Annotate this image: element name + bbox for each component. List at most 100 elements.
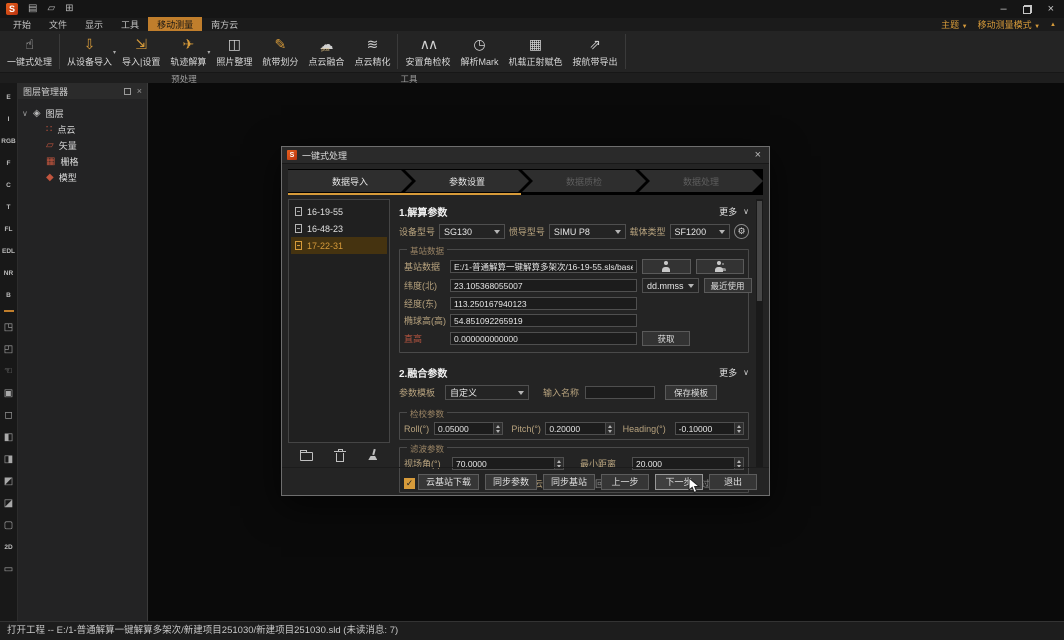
minimize-button[interactable]: – [1000, 4, 1006, 15]
base-path-input[interactable] [450, 260, 637, 273]
view-cube-bottom-icon[interactable] [0, 492, 17, 514]
ribbon-export-by-strip[interactable]: 按航带导出 [567, 31, 622, 72]
view-cube-back-icon[interactable] [0, 404, 17, 426]
section-box-icon[interactable] [0, 338, 17, 360]
get-button[interactable]: 获取 [642, 331, 690, 346]
ribbon-pointcloud-refine[interactable]: 点云精化 [349, 31, 395, 72]
step-data-import[interactable]: 数据导入 [288, 170, 412, 192]
carrier-type-select[interactable]: SF1200 [670, 224, 730, 239]
render-mode-fl-button[interactable]: FL [0, 218, 17, 240]
view-2d-button[interactable]: 2D [0, 536, 17, 558]
delete-icon[interactable] [336, 453, 344, 462]
pan-hand-icon[interactable] [0, 360, 17, 382]
flight-list-item[interactable]: 16-19-55 [291, 203, 387, 220]
step-data-quality-check[interactable]: 数据质检 [522, 170, 646, 192]
view-cube-front-icon[interactable] [0, 382, 17, 404]
view-fit-icon[interactable] [0, 514, 17, 536]
close-button[interactable]: × [1048, 4, 1054, 15]
view-cube-left-icon[interactable] [0, 426, 17, 448]
sync-params-button[interactable]: 同步参数 [485, 474, 537, 490]
add-folder-icon[interactable] [300, 452, 313, 461]
new-project-icon[interactable]: ⊞ [65, 3, 73, 15]
collapse-ribbon-icon[interactable]: ▲ [1050, 22, 1056, 28]
menu-tab-south-cloud[interactable]: 南方云 [202, 17, 247, 32]
fusion-more-toggle[interactable]: 更多∨ [719, 366, 749, 379]
step-parameter-settings[interactable]: 参数设置 [405, 170, 529, 192]
layer-item-vector[interactable]: 矢量 [22, 137, 143, 153]
save-icon[interactable]: ▤ [28, 3, 37, 15]
mode-dropdown[interactable]: 移动测量模式 ▼ [978, 18, 1040, 31]
sync-base-button[interactable]: 同步基站 [543, 474, 595, 490]
clear-icon[interactable] [367, 449, 378, 461]
render-mode-b-button[interactable]: B [0, 284, 17, 306]
flight-list-item[interactable]: 16-48-23 [291, 220, 387, 237]
vertical-height-input[interactable] [450, 332, 637, 345]
spinner-arrows-icon[interactable] [605, 423, 614, 434]
ribbon-mount-angle-calibration[interactable]: 安置角检校 [400, 31, 455, 72]
spinner-arrows-icon[interactable] [493, 423, 502, 434]
param-template-select[interactable]: 自定义 [445, 385, 529, 400]
ribbon-pointcloud-fusion[interactable]: 点云融合 [303, 31, 349, 72]
close-panel-icon[interactable]: × [137, 86, 142, 96]
save-template-button[interactable]: 保存模板 [665, 385, 717, 400]
layer-item-raster[interactable]: 栅格 [22, 153, 143, 169]
imu-model-select[interactable]: SIMU P8 [549, 224, 626, 239]
solve-more-toggle[interactable]: 更多∨ [719, 205, 749, 218]
next-step-button[interactable]: 下一步 [655, 474, 703, 490]
template-name-input[interactable] [585, 386, 655, 399]
view-cube-right-icon[interactable] [0, 448, 17, 470]
float-panel-icon[interactable] [124, 88, 131, 95]
menu-tab-tools[interactable]: 工具 [112, 17, 148, 32]
previous-step-button[interactable]: 上一步 [601, 474, 649, 490]
ribbon-trajectory-solve[interactable]: 轨迹解算 ▾ [165, 31, 211, 72]
ribbon-parse-mark[interactable]: 解析Mark [455, 31, 503, 72]
render-mode-t-button[interactable]: T [0, 196, 17, 218]
roll-stepper[interactable] [434, 422, 503, 435]
ribbon-import-settings[interactable]: 导入|设置 [117, 31, 165, 72]
chevron-down-icon[interactable]: ▾ [207, 49, 210, 56]
caret-down-icon[interactable]: ∨ [22, 109, 28, 118]
flight-list-item[interactable]: 17-22-31 [291, 237, 387, 254]
menu-tab-display[interactable]: 显示 [76, 17, 112, 32]
ribbon-import-from-device[interactable]: 从设备导入 ▾ [62, 31, 117, 72]
ribbon-strip-divide[interactable]: 航带划分 [257, 31, 303, 72]
ellipsoid-height-input[interactable] [450, 314, 637, 327]
view-extra-icon[interactable] [0, 558, 17, 580]
longitude-input[interactable] [450, 297, 637, 310]
cloud-base-download-button[interactable]: 云基站下载 [418, 474, 479, 490]
exit-button[interactable]: 退出 [709, 474, 757, 490]
layer-item-model[interactable]: 模型 [22, 169, 143, 185]
recently-used-button[interactable]: 最近使用 [704, 278, 752, 293]
render-mode-edl-button[interactable]: EDL [0, 240, 17, 262]
render-mode-nr-button[interactable]: NR [0, 262, 17, 284]
menu-tab-mobile-survey[interactable]: 移动测量 [148, 17, 202, 32]
latitude-input[interactable] [450, 279, 637, 292]
render-mode-c-button[interactable]: C [0, 174, 17, 196]
heading-stepper[interactable] [675, 422, 744, 435]
single-base-button[interactable] [642, 259, 691, 274]
step-data-processing[interactable]: 数据处理 [639, 170, 763, 192]
layer-item-pointcloud[interactable]: 点云 [22, 121, 143, 137]
render-mode-rgb-button[interactable]: RGB [0, 130, 17, 152]
theme-dropdown[interactable]: 主题 ▼ [941, 18, 967, 31]
ribbon-one-click-process[interactable]: 一键式处理 [2, 31, 57, 72]
menu-tab-file[interactable]: 文件 [40, 17, 76, 32]
multi-base-button[interactable] [696, 259, 745, 274]
render-mode-f-button[interactable]: F [0, 152, 17, 174]
pitch-stepper[interactable] [545, 422, 614, 435]
render-mode-i-button[interactable]: I [0, 108, 17, 130]
ribbon-airborne-ortho-color[interactable]: 机载正射赋色 [503, 31, 567, 72]
restore-button[interactable] [1023, 5, 1032, 14]
render-mode-e-button[interactable]: E [0, 86, 17, 108]
menu-tab-start[interactable]: 开始 [4, 17, 40, 32]
gear-icon[interactable] [734, 224, 749, 239]
device-model-select[interactable]: SG130 [439, 224, 505, 239]
spinner-arrows-icon[interactable] [734, 423, 743, 434]
angle-format-select[interactable]: dd.mmss [642, 278, 699, 293]
layer-tree-root[interactable]: ∨ 图层 [22, 105, 143, 121]
ribbon-photo-organize[interactable]: 照片整理 [211, 31, 257, 72]
dialog-scrollbar[interactable] [756, 199, 763, 467]
view-cube-top-icon[interactable] [0, 470, 17, 492]
scrollbar-thumb[interactable] [757, 201, 762, 301]
chevron-down-icon[interactable]: ▾ [113, 49, 116, 56]
